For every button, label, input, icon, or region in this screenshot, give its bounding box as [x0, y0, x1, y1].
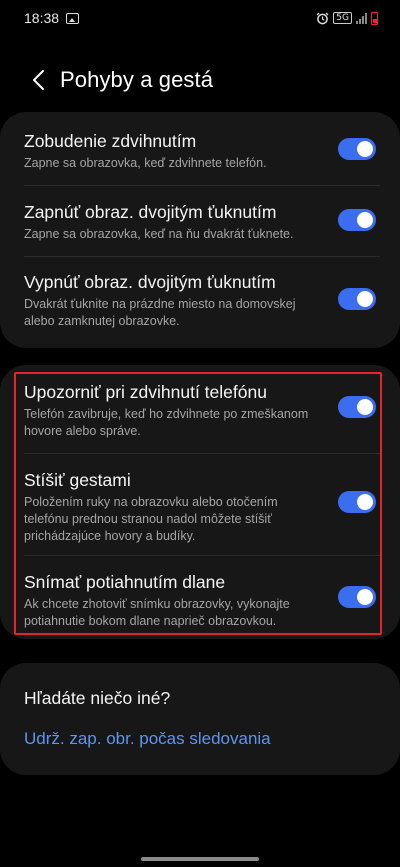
- setting-row-easy-mute[interactable]: Stíšiť gestami Položením ruky na obrazov…: [24, 469, 376, 551]
- setting-title: Stíšiť gestami: [24, 470, 131, 490]
- setting-row-palm-swipe[interactable]: Snímať potiahnutím dlane Ak chcete zhoto…: [24, 571, 376, 633]
- setting-title: Upozorniť pri zdvihnutí telefónu: [24, 382, 267, 402]
- page-title: Pohyby a gestá: [60, 67, 214, 92]
- setting-title: Snímať potiahnutím dlane: [24, 572, 226, 592]
- setting-description: Položením ruky na obrazovku alebo otočen…: [24, 495, 278, 543]
- alarm-icon: [316, 12, 329, 24]
- setting-description: Zapne sa obrazovka, keď na ňu dvakrát ťu…: [24, 227, 294, 241]
- suggestions-title: Hľadáte niečo iné?: [24, 688, 171, 708]
- toggle-knob: [357, 212, 373, 228]
- toggle-lift-to-wake[interactable]: [338, 138, 376, 160]
- setting-title: Zapnúť obraz. dvojitým ťuknutím: [24, 202, 277, 222]
- signal-strength-icon: [356, 12, 367, 24]
- settings-group-wake: Zobudenie zdvihnutím Zapne sa obrazovka,…: [0, 112, 400, 348]
- divider: [24, 256, 380, 257]
- toggle-knob: [357, 141, 373, 157]
- gallery-notification-icon: [66, 12, 80, 24]
- toggle-knob: [357, 399, 373, 415]
- settings-group-gestures: Upozorniť pri zdvihnutí telefónu Telefón…: [0, 365, 400, 639]
- battery-low-icon: [371, 11, 378, 25]
- toggle-easy-mute[interactable]: [338, 491, 376, 513]
- setting-description: Telefón zavibruje, keď ho zdvihnete po z…: [24, 407, 309, 438]
- toggle-smart-alert[interactable]: [338, 396, 376, 418]
- setting-row-double-tap-off[interactable]: Vypnúť obraz. dvojitým ťuknutím Dvakrát …: [24, 271, 376, 341]
- chevron-left-icon: [33, 70, 44, 90]
- back-button[interactable]: [18, 60, 58, 100]
- divider: [24, 185, 380, 186]
- toggle-knob: [357, 291, 373, 307]
- setting-row-double-tap-on[interactable]: Zapnúť obraz. dvojitým ťuknutím Zapne sa…: [24, 201, 376, 261]
- divider: [24, 453, 380, 454]
- status-time: 18:38: [24, 10, 60, 26]
- setting-description: Ak chcete zhotoviť snímku obrazovky, vyk…: [24, 597, 290, 628]
- app-header: Pohyby a gestá: [0, 60, 400, 100]
- status-bar: 18:38 5G: [0, 0, 400, 36]
- toggle-double-tap-off[interactable]: [338, 288, 376, 310]
- suggestions-card: [0, 663, 400, 775]
- setting-description: Zapne sa obrazovka, keď zdvihnete telefó…: [24, 156, 267, 170]
- toggle-palm-swipe[interactable]: [338, 586, 376, 608]
- setting-row-lift-to-wake[interactable]: Zobudenie zdvihnutím Zapne sa obrazovka,…: [24, 130, 376, 190]
- setting-description: Dvakrát ťuknite na prázdne miesto na dom…: [24, 297, 296, 328]
- network-type-badge: 5G: [333, 12, 352, 24]
- setting-title: Vypnúť obraz. dvojitým ťuknutím: [24, 272, 276, 292]
- suggestion-link-keep-screen-on[interactable]: Udrž. zap. obr. počas sledovania: [24, 729, 271, 749]
- divider: [24, 555, 380, 556]
- gesture-nav-handle[interactable]: [141, 857, 259, 861]
- setting-title: Zobudenie zdvihnutím: [24, 131, 197, 151]
- setting-row-smart-alert[interactable]: Upozorniť pri zdvihnutí telefónu Telefón…: [24, 381, 376, 451]
- toggle-double-tap-on[interactable]: [338, 209, 376, 231]
- toggle-knob: [357, 589, 373, 605]
- toggle-knob: [357, 494, 373, 510]
